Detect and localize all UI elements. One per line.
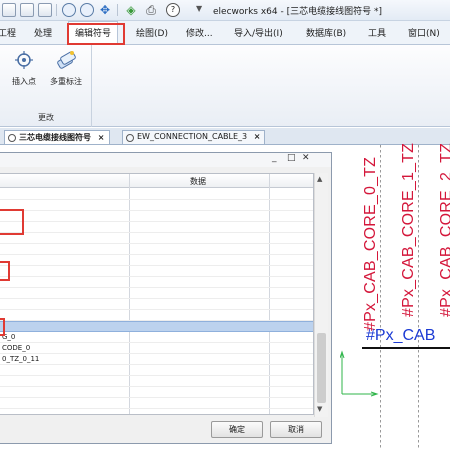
zoom-in-icon[interactable] — [62, 3, 76, 17]
new-file-icon[interactable] — [2, 3, 16, 17]
drawing-canvas[interactable]: #Px_CAB_CORE_0_TZ #Px_CAB_CORE_1_TZ #Px_… — [332, 143, 450, 450]
table-row[interactable] — [0, 387, 313, 398]
table-row[interactable] — [0, 365, 313, 376]
cable-doc-icon — [126, 134, 134, 142]
ucs-icon — [340, 350, 379, 397]
table-row[interactable] — [0, 244, 313, 255]
doc-tab-symbol-label: 三芯电缆接线图符号 — [19, 133, 91, 142]
highlight-marker — [67, 23, 125, 45]
scroll-up-icon[interactable]: ▲ — [317, 175, 322, 183]
ribbon-group-change: 插入点 多重标注 更改 — [0, 45, 92, 127]
attribute-label-core-0[interactable]: #Px_CAB_CORE_0_TZ — [362, 157, 380, 331]
attribute-dialog: _ □ ✕ 数据 G_0 CODE_0 0_TZ_0_11 ▲ ▼ 确定 取消 — [0, 152, 332, 444]
doc-tab-cable-label: EW_CONNECTION_CABLE_3 — [137, 132, 248, 141]
doc-tab-symbol[interactable]: 三芯电缆接线图符号 × — [4, 130, 110, 144]
dialog-restore-button[interactable]: □ — [287, 153, 296, 163]
grid-header: 数据 — [0, 174, 313, 188]
guide-line — [380, 145, 381, 450]
symbol-doc-icon — [8, 134, 16, 142]
insert-point-label: 插入点 — [12, 77, 36, 86]
table-row[interactable] — [0, 211, 313, 222]
table-row[interactable] — [0, 310, 313, 321]
close-icon[interactable]: × — [254, 132, 261, 141]
toolbar-separator — [117, 4, 118, 16]
close-icon[interactable]: × — [98, 133, 105, 142]
table-row[interactable] — [0, 277, 313, 288]
highlight-marker — [0, 209, 24, 235]
tab-process[interactable]: 处理 — [34, 26, 52, 39]
save-file-icon[interactable] — [38, 3, 52, 17]
table-row[interactable] — [0, 200, 313, 211]
tab-database[interactable]: 数据库(B) — [306, 26, 346, 39]
help-icon[interactable]: ? — [166, 3, 180, 17]
open-file-icon[interactable] — [20, 3, 34, 17]
ribbon: 插入点 多重标注 更改 — [0, 45, 450, 127]
cable-tag-label[interactable]: #Px_CAB — [366, 327, 435, 345]
guide-line — [418, 145, 419, 450]
table-row[interactable] — [0, 189, 313, 200]
tab-import-export[interactable]: 导入/导出(I) — [234, 26, 283, 39]
tab-project[interactable]: 工程 — [0, 26, 16, 39]
table-row[interactable] — [0, 409, 313, 414]
multi-tag-icon — [57, 51, 76, 69]
insert-point-icon — [15, 51, 33, 69]
tab-window[interactable]: 窗口(N) — [408, 26, 440, 39]
print-icon[interactable]: ⎙ — [144, 3, 158, 17]
table-row[interactable] — [0, 288, 313, 299]
customize-toolbar-icon[interactable]: ▼ — [196, 4, 202, 13]
table-row[interactable] — [0, 299, 313, 310]
table-row[interactable] — [0, 398, 313, 409]
highlight-marker — [0, 261, 10, 281]
table-row[interactable]: 0_TZ_0_11 — [0, 354, 313, 365]
run-icon[interactable]: ◈ — [124, 3, 138, 17]
table-row[interactable] — [0, 266, 313, 277]
zoom-out-icon[interactable] — [80, 3, 94, 17]
document-tabs: 三芯电缆接线图符号 × EW_CONNECTION_CABLE_3 × — [0, 128, 450, 145]
dialog-title-bar: _ □ ✕ — [0, 153, 331, 167]
scroll-down-icon[interactable]: ▼ — [317, 405, 322, 413]
attribute-label-core-1[interactable]: #Px_CAB_CORE_1_TZ — [400, 143, 418, 317]
toolbar-separator — [56, 4, 57, 16]
highlight-marker — [0, 318, 5, 336]
tab-tools[interactable]: 工具 — [368, 26, 386, 39]
table-row[interactable] — [0, 233, 313, 244]
grid-scrollbar[interactable]: ▲ ▼ — [314, 173, 328, 417]
table-row[interactable] — [0, 321, 313, 332]
dialog-close-button[interactable]: ✕ — [302, 153, 310, 163]
tab-draw[interactable]: 绘图(D) — [136, 26, 168, 39]
insert-point-button[interactable]: 插入点 — [6, 49, 42, 87]
tab-modify[interactable]: 修改... — [186, 26, 213, 39]
table-row[interactable]: G_0 — [0, 332, 313, 343]
dialog-minimize-button[interactable]: _ — [272, 153, 277, 163]
attribute-grid: 数据 G_0 CODE_0 0_TZ_0_11 — [0, 173, 314, 415]
pan-icon[interactable]: ✥ — [98, 3, 112, 17]
title-bar: ✥ ◈ ⎙ ? ▼ elecworks x64 - [三芯电缆接线图符号 *] — [0, 0, 450, 21]
ok-button[interactable]: 确定 — [211, 421, 263, 438]
table-row[interactable] — [0, 255, 313, 266]
ribbon-group-label: 更改 — [38, 113, 54, 122]
multi-tag-label: 多重标注 — [50, 77, 82, 86]
table-row[interactable] — [0, 222, 313, 233]
doc-tab-cable[interactable]: EW_CONNECTION_CABLE_3 × — [122, 130, 266, 144]
cancel-button[interactable]: 取消 — [270, 421, 322, 438]
table-row[interactable]: CODE_0 — [0, 343, 313, 354]
attribute-label-core-2[interactable]: #Px_CAB_CORE_2_TZ — [438, 143, 450, 317]
multi-tag-button[interactable]: 多重标注 — [44, 49, 88, 87]
window-title: elecworks x64 - [三芯电缆接线图符号 *] — [213, 7, 382, 17]
column-header-data[interactable]: 数据 — [190, 176, 206, 187]
scroll-thumb[interactable] — [317, 333, 326, 403]
table-row[interactable] — [0, 376, 313, 387]
